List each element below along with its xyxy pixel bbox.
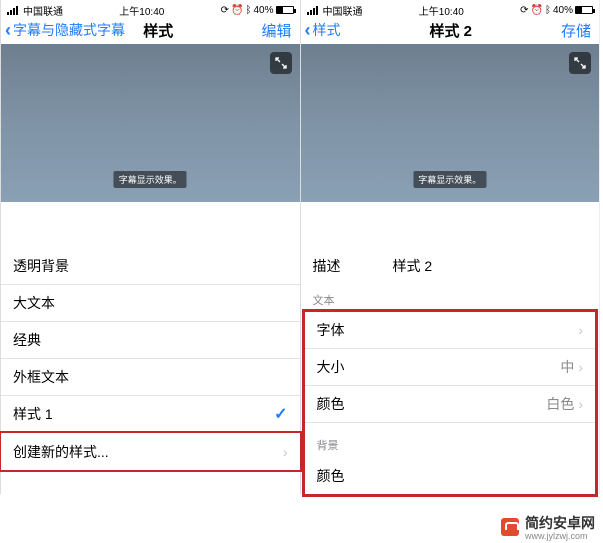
- row-label: 外框文本: [13, 367, 288, 387]
- page-title: 样式: [55, 20, 261, 41]
- status-time: 上午10:40: [363, 3, 521, 18]
- battery-pct: 40%: [553, 5, 573, 16]
- battery-indicator: 40%: [553, 5, 593, 16]
- font-row[interactable]: 字体 ›: [305, 312, 596, 349]
- bluetooth-icon: ᛒ: [545, 5, 551, 16]
- expand-icon: [574, 57, 586, 69]
- page-title: 样式 2: [341, 20, 561, 41]
- text-color-row[interactable]: 颜色 白色 ›: [305, 386, 596, 423]
- rotation-lock-icon: ⟳: [221, 5, 229, 16]
- status-bar: 中国联通 上午10:40 ⟳ ⏰ ᛒ 40%: [1, 0, 300, 20]
- edit-button[interactable]: 编辑: [261, 20, 291, 41]
- description-label: 描述: [313, 256, 393, 276]
- signal-icon: [7, 6, 18, 15]
- checkmark-icon: ✓: [274, 404, 287, 424]
- alarm-icon: ⏰: [531, 5, 543, 16]
- save-button[interactable]: 存储: [561, 20, 591, 41]
- nav-bar: ‹ 字幕与隐藏式字幕 样式 编辑: [1, 20, 300, 44]
- chevron-right-icon: ›: [578, 359, 583, 375]
- back-label: 样式: [313, 20, 341, 40]
- expand-icon: [275, 57, 287, 69]
- status-time: 上午10:40: [63, 3, 221, 18]
- highlight-box: 创建新的样式... ›: [0, 431, 302, 472]
- status-bar: 中国联通 上午10:40 ⟳ ⏰ ᛒ 40%: [301, 0, 600, 20]
- battery-pct: 40%: [253, 5, 273, 16]
- watermark-name: 简约安卓网: [525, 515, 595, 531]
- section-header-background: 背景: [305, 423, 596, 457]
- row-label: 颜色: [317, 394, 547, 414]
- style-option-classic[interactable]: 经典: [1, 322, 300, 359]
- subtitle-preview: 字幕显示效果。: [1, 44, 300, 202]
- section-header-text: 文本: [301, 284, 600, 312]
- screen-right: 中国联通 上午10:40 ⟳ ⏰ ᛒ 40% ‹ 样式 样式 2 存储: [300, 0, 600, 494]
- style-option-large-text[interactable]: 大文本: [1, 285, 300, 322]
- subtitle-sample: 字幕显示效果。: [114, 171, 187, 188]
- row-label: 大文本: [13, 293, 288, 313]
- watermark-url: www.jylzwj.com: [525, 531, 595, 541]
- description-row[interactable]: 描述 样式 2: [301, 248, 600, 284]
- back-button[interactable]: ‹ 样式: [305, 20, 341, 40]
- expand-button[interactable]: [270, 52, 292, 74]
- subtitle-preview: 字幕显示效果。: [301, 44, 600, 202]
- rotation-lock-icon: ⟳: [520, 5, 528, 16]
- row-label: 创建新的样式...: [13, 442, 283, 462]
- spacer: [1, 202, 300, 248]
- row-label: 字体: [317, 320, 579, 340]
- highlight-group: 字体 › 大小 中 › 颜色 白色 › 背景 颜色: [302, 309, 599, 497]
- watermark: 简约安卓网 www.jylzwj.com: [501, 513, 595, 541]
- row-value: 白色: [546, 394, 574, 414]
- bluetooth-icon: ᛒ: [245, 5, 251, 16]
- carrier-label: 中国联通: [23, 3, 63, 18]
- expand-button[interactable]: [569, 52, 591, 74]
- row-label: 颜色: [317, 466, 584, 486]
- row-label: 经典: [13, 330, 288, 350]
- size-row[interactable]: 大小 中 ›: [305, 349, 596, 386]
- watermark-logo-icon: [501, 518, 519, 536]
- battery-indicator: 40%: [253, 5, 293, 16]
- chevron-left-icon: ‹: [5, 23, 11, 37]
- chevron-right-icon: ›: [578, 322, 583, 338]
- signal-icon: [307, 6, 318, 15]
- subtitle-sample: 字幕显示效果。: [413, 171, 486, 188]
- spacer: [301, 202, 600, 248]
- row-label: 透明背景: [13, 256, 288, 276]
- style-option-style-1[interactable]: 样式 1 ✓: [1, 396, 300, 433]
- alarm-icon: ⏰: [231, 5, 243, 16]
- description-value: 样式 2: [393, 256, 433, 276]
- background-color-row[interactable]: 颜色: [305, 457, 596, 494]
- nav-bar: ‹ 样式 样式 2 存储: [301, 20, 600, 44]
- row-value: 中: [560, 357, 574, 377]
- style-option-outline-text[interactable]: 外框文本: [1, 359, 300, 396]
- row-label: 大小: [317, 357, 561, 377]
- carrier-label: 中国联通: [323, 3, 363, 18]
- screen-left: 中国联通 上午10:40 ⟳ ⏰ ᛒ 40% ‹ 字幕与隐藏式字幕 样式 编辑: [0, 0, 300, 494]
- chevron-left-icon: ‹: [305, 23, 311, 37]
- row-label: 样式 1: [13, 404, 274, 424]
- screens: 中国联通 上午10:40 ⟳ ⏰ ᛒ 40% ‹ 字幕与隐藏式字幕 样式 编辑: [0, 0, 600, 494]
- style-option-transparent-bg[interactable]: 透明背景: [1, 248, 300, 285]
- chevron-right-icon: ›: [283, 444, 288, 460]
- create-new-style-row[interactable]: 创建新的样式... ›: [1, 433, 300, 470]
- chevron-right-icon: ›: [578, 396, 583, 412]
